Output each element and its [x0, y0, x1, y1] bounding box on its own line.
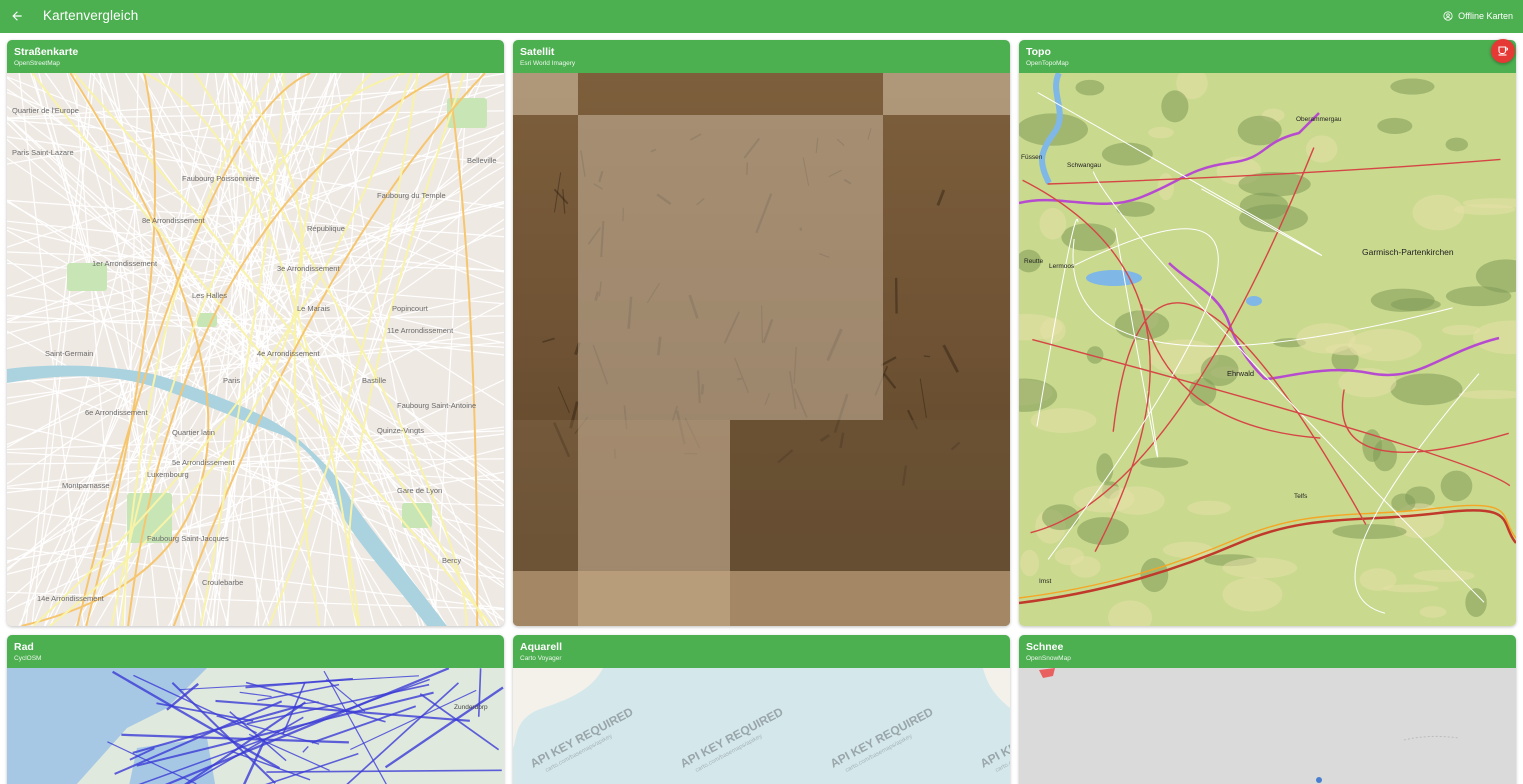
map-card-header: Aquarell Carto Voyager — [513, 635, 1010, 668]
street-map-label: 6e Arrondissement — [85, 408, 148, 417]
street-map-label: 11e Arrondissement — [387, 326, 454, 335]
street-map-label: 14e Arrondissement — [37, 594, 105, 603]
street-map-label: Paris — [223, 376, 240, 385]
street-map-label: 4e Arrondissement — [257, 349, 320, 358]
map-card-cycle[interactable]: Rad CyclOSM Zunderdorp — [7, 635, 504, 784]
map-card-header: Straßenkarte OpenStreetMap — [7, 40, 504, 73]
map-card-header: Topo OpenTopoMap — [1019, 40, 1516, 73]
watercolor-map-preview[interactable]: API KEY REQUIRED carto.com/basemaps/apike… — [513, 668, 1010, 784]
street-map-label: Belleville — [467, 156, 497, 165]
page-title: Kartenvergleich — [43, 8, 139, 23]
map-card-snow[interactable]: Schnee OpenSnowMap — [1019, 635, 1516, 784]
street-map-label: République — [307, 224, 345, 233]
offline-maps-button[interactable]: Offline Karten — [1442, 10, 1513, 21]
topo-map-label: Telfs — [1294, 493, 1308, 500]
map-card-header: Rad CyclOSM — [7, 635, 504, 668]
topo-map-preview[interactable]: Garmisch-Partenkirchen Ehrwald Oberammerga… — [1019, 73, 1516, 626]
topo-map-label: Reutte — [1024, 258, 1044, 265]
street-map-label: Faubourg du Temple — [377, 191, 446, 200]
cycle-map-preview[interactable]: Zunderdorp — [7, 668, 504, 784]
street-map-label: Gare de Lyon — [397, 486, 442, 495]
map-card-source: CyclOSM — [14, 655, 42, 662]
map-card-source: OpenSnowMap — [1026, 655, 1071, 662]
map-card-street[interactable]: Straßenkarte OpenStreetMap Quartier de l… — [7, 40, 504, 626]
street-map-preview[interactable]: Quartier de l'Europe Paris Saint-Lazare Fa… — [7, 73, 504, 626]
coffee-support-button[interactable] — [1491, 39, 1515, 63]
street-map-label: Quartier latin — [172, 428, 215, 437]
topo-map-label: Oberammergau — [1296, 116, 1342, 123]
map-card-satellite[interactable]: Satellit Esri World Imagery — [513, 40, 1010, 626]
topo-map-label: Füssen — [1021, 154, 1043, 161]
topo-map-label: Lermoos — [1049, 263, 1075, 270]
coffee-cup-icon — [1497, 45, 1509, 57]
map-card-source: OpenTopoMap — [1026, 60, 1069, 67]
street-map-label: Saint-Germain — [45, 349, 93, 358]
street-map-label: Quartier de l'Europe — [12, 106, 79, 115]
map-card-title: Rad — [14, 641, 34, 653]
map-card-header: Schnee OpenSnowMap — [1019, 635, 1516, 668]
street-map-label: 3e Arrondissement — [277, 264, 340, 273]
map-card-watercolor[interactable]: Aquarell Carto Voyager API KEY REQUIRED c… — [513, 635, 1010, 784]
topo-map-label: Imst — [1039, 578, 1051, 585]
snow-map-preview[interactable] — [1019, 668, 1516, 784]
topo-map-label: Ehrwald — [1227, 369, 1254, 378]
street-map-label: Montparnasse — [62, 481, 110, 490]
topo-map-label: Garmisch-Partenkirchen — [1362, 247, 1454, 257]
map-card-source: Carto Voyager — [520, 655, 562, 662]
street-map-label: 5e Arrondissement — [172, 458, 235, 467]
street-map-label: Popincourt — [392, 304, 429, 313]
street-map-label: Les Halles — [192, 291, 227, 300]
app-bar: Kartenvergleich Offline Karten — [0, 0, 1523, 33]
map-card-topo[interactable]: Topo OpenTopoMap Garmisch-Partenkirchen E… — [1019, 40, 1516, 626]
svg-text:Zunderdorp: Zunderdorp — [454, 704, 488, 711]
map-card-header: Satellit Esri World Imagery — [513, 40, 1010, 73]
map-card-source: Esri World Imagery — [520, 60, 576, 67]
street-map-label: Faubourg Saint-Jacques — [147, 534, 229, 543]
map-card-title: Satellit — [520, 46, 555, 58]
account-circle-icon — [1442, 10, 1453, 21]
satellite-map-preview[interactable] — [513, 73, 1010, 626]
map-card-title: Aquarell — [520, 641, 563, 653]
back-arrow-icon[interactable] — [9, 8, 25, 24]
street-map-label: Faubourg Poissonnière — [182, 174, 260, 183]
street-map-label: Croulebarbe — [202, 578, 243, 587]
topo-map-label: Schwangau — [1067, 162, 1101, 169]
street-map-label: Faubourg Saint-Antoine — [397, 401, 476, 410]
map-card-title: Straßenkarte — [14, 46, 79, 58]
street-map-label: Quinze-Vingts — [377, 426, 424, 435]
street-map-label: Paris Saint-Lazare — [12, 148, 74, 157]
map-card-title: Topo — [1026, 46, 1051, 58]
street-map-label: Bercy — [442, 556, 461, 565]
street-map-label: 8e Arrondissement — [142, 216, 205, 225]
street-map-label: 1er Arrondissement — [92, 259, 158, 268]
map-card-source: OpenStreetMap — [14, 60, 60, 67]
street-map-label: Bastille — [362, 376, 386, 385]
street-map-label: Le Marais — [297, 304, 330, 313]
street-map-label: Luxembourg — [147, 470, 189, 479]
map-card-title: Schnee — [1026, 641, 1064, 653]
offline-maps-label: Offline Karten — [1458, 10, 1513, 21]
